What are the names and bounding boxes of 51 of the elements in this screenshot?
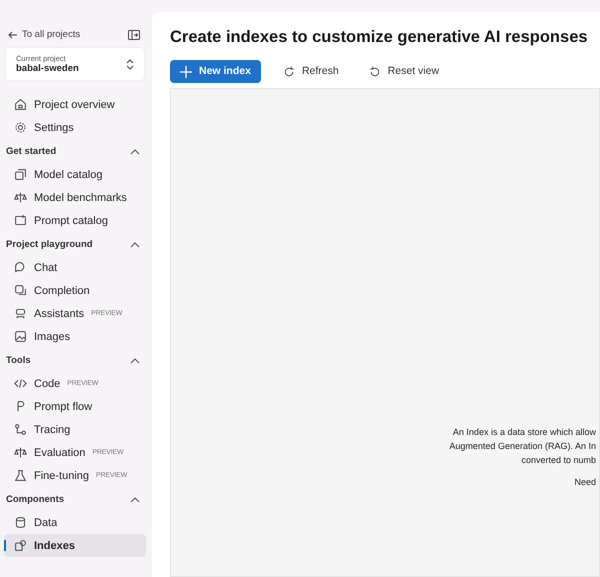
nav-item[interactable]: Indexes bbox=[4, 534, 146, 558]
description-text: Augmented Generation (RAG). An In bbox=[449, 440, 597, 453]
code-icon bbox=[14, 377, 27, 390]
nav-item[interactable]: Settings bbox=[4, 116, 146, 140]
collapse-panel-icon[interactable] bbox=[128, 30, 140, 40]
database-icon bbox=[14, 516, 27, 530]
section-header[interactable]: Project playground bbox=[4, 233, 146, 256]
description-text: converted to numb bbox=[521, 454, 597, 467]
chevron-icon[interactable] bbox=[130, 356, 140, 366]
image-icon bbox=[14, 330, 27, 344]
section-header[interactable]: Tools bbox=[4, 349, 146, 372]
toolbar-button[interactable]: Refresh bbox=[272, 60, 349, 84]
up-down-chevron-icon bbox=[126, 58, 134, 70]
tracing-icon bbox=[14, 423, 27, 436]
description-text: An Index is a data store which allow bbox=[452, 426, 597, 439]
home-icon bbox=[14, 98, 27, 112]
flask-icon bbox=[14, 469, 27, 482]
completion-icon bbox=[14, 284, 27, 298]
chevron-icon[interactable] bbox=[130, 240, 140, 250]
nav-item[interactable]: Prompt catalog bbox=[4, 209, 146, 232]
project-name: babal-sweden bbox=[16, 63, 79, 75]
nav-item[interactable]: Tracing bbox=[4, 418, 146, 442]
nav-item[interactable]: Project overview bbox=[4, 93, 146, 116]
section-header[interactable]: Components bbox=[4, 488, 146, 512]
chat-icon bbox=[14, 261, 27, 274]
refresh-icon bbox=[282, 66, 295, 78]
back-link[interactable]: To all projects bbox=[8, 28, 80, 42]
description-text: Need bbox=[574, 476, 597, 489]
chevron-icon[interactable] bbox=[130, 146, 140, 157]
nav-item[interactable]: Images bbox=[4, 325, 146, 348]
page-title: Create indexes to customize generative AI responses bbox=[170, 27, 589, 48]
selection-indicator bbox=[4, 540, 6, 552]
new-index-button[interactable]: New index bbox=[170, 60, 261, 84]
chevron-icon[interactable] bbox=[130, 494, 140, 505]
toolbar-button[interactable]: Reset view bbox=[358, 60, 450, 84]
nav-item[interactable]: Prompt flow bbox=[4, 395, 146, 418]
index-icon bbox=[14, 539, 27, 552]
cube-stack-icon bbox=[14, 168, 27, 182]
plus-icon bbox=[180, 66, 192, 78]
nav-item[interactable]: Completion bbox=[4, 279, 146, 302]
scale-icon bbox=[14, 446, 27, 460]
nav-item[interactable]: Model catalog bbox=[4, 163, 146, 186]
bot-icon bbox=[14, 307, 27, 320]
nav-item[interactable]: Model benchmarks bbox=[4, 186, 146, 210]
undo-icon bbox=[368, 66, 381, 78]
settings-icon bbox=[14, 121, 27, 134]
scale-icon bbox=[14, 191, 27, 204]
nav-item[interactable]: Data bbox=[4, 511, 146, 534]
arrow-left-icon bbox=[8, 30, 18, 40]
section-header[interactable]: Get started bbox=[4, 140, 146, 164]
nav-item[interactable]: Chat bbox=[4, 256, 146, 280]
